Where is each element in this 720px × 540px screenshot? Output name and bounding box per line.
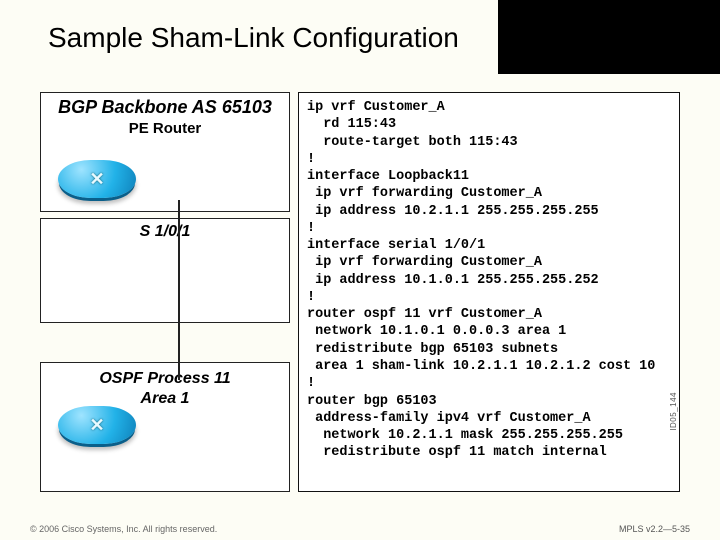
slide: Sample Sham-Link Configuration BGP Backb… [0, 0, 720, 540]
router-icon [58, 160, 136, 198]
pe-router-label: PE Router [41, 120, 289, 137]
page-code: MPLS v2.2—5-35 [619, 524, 690, 534]
panel-gap [40, 328, 290, 356]
ospf-process-label: OSPF Process 11 Area 1 [41, 369, 289, 409]
content-area: BGP Backbone AS 65103 PE Router S 1/0/1 … [40, 92, 680, 492]
copyright-text: © 2006 Cisco Systems, Inc. All rights re… [30, 524, 217, 534]
serial-interface-label: S 1/0/1 [41, 223, 289, 241]
config-text-box: ip vrf Customer_A rd 115:43 route-target… [298, 92, 680, 492]
ospf-line1: OSPF Process 11 [99, 370, 230, 387]
side-reference-code: ID05_144 [669, 392, 678, 431]
diagram-column: BGP Backbone AS 65103 PE Router S 1/0/1 … [40, 92, 290, 492]
config-column: ip vrf Customer_A rd 115:43 route-target… [298, 92, 680, 492]
footer: © 2006 Cisco Systems, Inc. All rights re… [0, 518, 720, 540]
ospf-line2: Area 1 [141, 390, 190, 407]
slide-title: Sample Sham-Link Configuration [48, 22, 467, 54]
bgp-as-label: BGP Backbone AS 65103 [41, 97, 289, 118]
router-icon [58, 406, 136, 444]
vertical-link-line [178, 200, 180, 380]
serial-panel: S 1/0/1 [40, 218, 290, 323]
